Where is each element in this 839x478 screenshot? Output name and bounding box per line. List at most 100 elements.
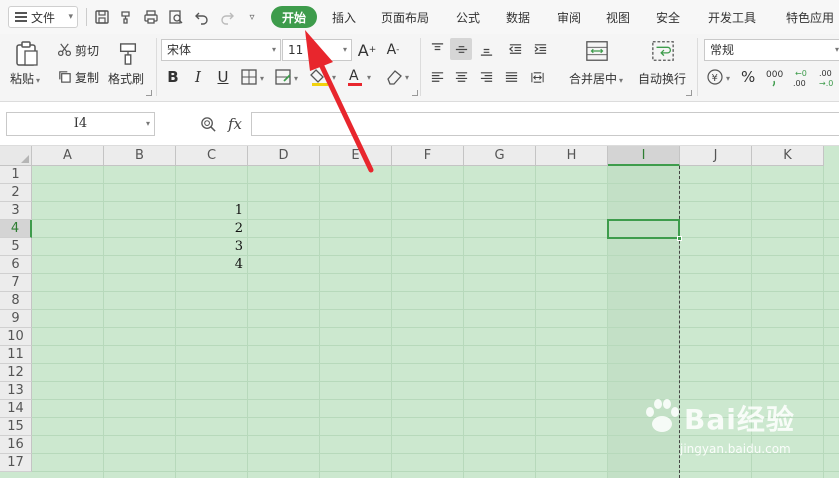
row-header-3[interactable]: 3 bbox=[0, 202, 32, 220]
column-header-j[interactable]: J bbox=[680, 146, 752, 166]
thousands-separator-button[interactable]: 000 bbox=[764, 67, 786, 89]
print-preview-icon[interactable] bbox=[167, 8, 185, 26]
formula-input[interactable] bbox=[251, 112, 839, 136]
column-header-a[interactable]: A bbox=[32, 146, 104, 166]
row-header-14[interactable]: 14 bbox=[0, 400, 32, 418]
fill-color-icon[interactable]: ▾ bbox=[310, 66, 340, 88]
tab-home[interactable]: 开始 bbox=[271, 6, 317, 28]
column-header-b[interactable]: B bbox=[104, 146, 176, 166]
underline-button[interactable]: U bbox=[212, 66, 234, 88]
file-menu-button[interactable]: 文件 ▾ bbox=[8, 6, 78, 28]
column-header-i[interactable]: I bbox=[608, 146, 680, 166]
column-header-k[interactable]: K bbox=[752, 146, 824, 166]
format-painter-button[interactable]: 格式刷 bbox=[108, 70, 144, 87]
paste-icon[interactable] bbox=[14, 40, 40, 68]
quick-access-more-icon[interactable]: ▿ bbox=[243, 8, 261, 26]
currency-format-button[interactable]: ¥ ▾ bbox=[706, 67, 734, 87]
font-color-icon[interactable]: A ▾ bbox=[346, 66, 376, 88]
tab-insert[interactable]: 插入 bbox=[332, 9, 356, 26]
tab-data[interactable]: 数据 bbox=[506, 9, 530, 26]
tab-developer[interactable]: 开发工具 bbox=[708, 9, 756, 26]
cell-c5[interactable]: 3 bbox=[176, 238, 246, 256]
justify-icon[interactable] bbox=[500, 66, 522, 88]
tab-review[interactable]: 审阅 bbox=[557, 9, 581, 26]
row-header-10[interactable]: 10 bbox=[0, 328, 32, 346]
column-header-g[interactable]: G bbox=[464, 146, 536, 166]
row-header-1[interactable]: 1 bbox=[0, 166, 32, 184]
format-painter-icon[interactable] bbox=[116, 40, 140, 68]
cut-button[interactable]: 剪切 bbox=[75, 42, 99, 59]
row-header-11[interactable]: 11 bbox=[0, 346, 32, 364]
name-box[interactable]: I4 ▾ bbox=[6, 112, 155, 136]
tab-special-apps[interactable]: 特色应用 bbox=[786, 9, 834, 26]
undo-icon[interactable] bbox=[193, 8, 211, 26]
zoom-search-icon[interactable] bbox=[200, 116, 217, 136]
save-icon[interactable] bbox=[93, 8, 111, 26]
number-format-select[interactable]: 常规 ▾ bbox=[704, 39, 839, 61]
column-header-d[interactable]: D bbox=[248, 146, 320, 166]
decrease-decimal-button[interactable]: .00 →.0 bbox=[818, 67, 839, 89]
paste-button[interactable]: 粘贴 ▾ bbox=[10, 70, 40, 87]
alignment-group-launcher[interactable] bbox=[686, 90, 692, 96]
wrap-text-icon[interactable] bbox=[650, 38, 676, 64]
row-header-6[interactable]: 6 bbox=[0, 256, 32, 274]
align-top-icon[interactable] bbox=[426, 38, 448, 60]
column-header-f[interactable]: F bbox=[392, 146, 464, 166]
merge-center-button[interactable]: 合并居中 ▾ bbox=[569, 70, 623, 87]
column-header-c[interactable]: C bbox=[176, 146, 248, 166]
row-header-2[interactable]: 2 bbox=[0, 184, 32, 202]
wrap-text-button[interactable]: 自动换行 bbox=[638, 70, 686, 87]
cell-style-icon[interactable]: ▾ bbox=[274, 68, 302, 86]
row-header-16[interactable]: 16 bbox=[0, 436, 32, 454]
chevron-down-icon: ▾ bbox=[342, 45, 347, 54]
column-header-h[interactable]: H bbox=[536, 146, 608, 166]
redo-icon[interactable] bbox=[218, 8, 236, 26]
align-middle-icon[interactable] bbox=[450, 38, 472, 60]
increase-indent-icon[interactable] bbox=[529, 38, 551, 60]
tab-security[interactable]: 安全 bbox=[656, 9, 680, 26]
print-icon[interactable] bbox=[142, 8, 160, 26]
insert-function-button[interactable]: fx bbox=[228, 115, 242, 133]
italic-button[interactable]: I bbox=[187, 66, 209, 88]
font-size-select[interactable]: 11 ▾ bbox=[282, 39, 352, 61]
font-name-select[interactable]: 宋体 ▾ bbox=[161, 39, 281, 61]
active-cell-outline[interactable] bbox=[607, 219, 680, 239]
merge-center-label: 合并居中 bbox=[569, 72, 618, 86]
row-header-4[interactable]: 4 bbox=[0, 220, 32, 238]
distributed-align-icon[interactable] bbox=[526, 66, 548, 88]
increase-decimal-button[interactable]: ←0.00 bbox=[792, 67, 816, 89]
align-center-icon[interactable] bbox=[450, 66, 472, 88]
align-bottom-icon[interactable] bbox=[475, 38, 497, 60]
align-right-icon[interactable] bbox=[475, 66, 497, 88]
clear-format-icon[interactable]: ▾ bbox=[384, 66, 414, 88]
row-header-8[interactable]: 8 bbox=[0, 292, 32, 310]
shrink-font-icon[interactable]: A- bbox=[382, 39, 404, 61]
percent-button[interactable]: % bbox=[741, 68, 755, 86]
row-header-13[interactable]: 13 bbox=[0, 382, 32, 400]
tab-page-layout[interactable]: 页面布局 bbox=[381, 9, 429, 26]
clipboard-group-launcher[interactable] bbox=[146, 90, 152, 96]
row-header-9[interactable]: 9 bbox=[0, 310, 32, 328]
decrease-indent-icon[interactable] bbox=[504, 38, 526, 60]
tab-view[interactable]: 视图 bbox=[606, 9, 630, 26]
align-left-icon[interactable] bbox=[426, 66, 448, 88]
merge-center-icon[interactable] bbox=[584, 38, 610, 64]
column-header-e[interactable]: E bbox=[320, 146, 392, 166]
bold-button[interactable]: B bbox=[162, 66, 184, 88]
row-header-15[interactable]: 15 bbox=[0, 418, 32, 436]
font-group-launcher[interactable] bbox=[412, 90, 418, 96]
row-header-17[interactable]: 17 bbox=[0, 454, 32, 472]
copy-button[interactable]: 复制 bbox=[75, 69, 99, 86]
cell-c6[interactable]: 4 bbox=[176, 256, 246, 274]
tab-formulas[interactable]: 公式 bbox=[456, 9, 480, 26]
fill-handle[interactable] bbox=[677, 236, 682, 241]
borders-icon[interactable]: ▾ bbox=[240, 68, 268, 86]
format-painter-icon[interactable] bbox=[117, 8, 135, 26]
row-header-5[interactable]: 5 bbox=[0, 238, 32, 256]
select-all-button[interactable] bbox=[0, 146, 32, 166]
cell-c3[interactable]: 1 bbox=[176, 202, 246, 220]
cell-c4[interactable]: 2 bbox=[176, 220, 246, 238]
row-header-12[interactable]: 12 bbox=[0, 364, 32, 382]
row-header-7[interactable]: 7 bbox=[0, 274, 32, 292]
grow-font-icon[interactable]: A + bbox=[356, 39, 378, 61]
